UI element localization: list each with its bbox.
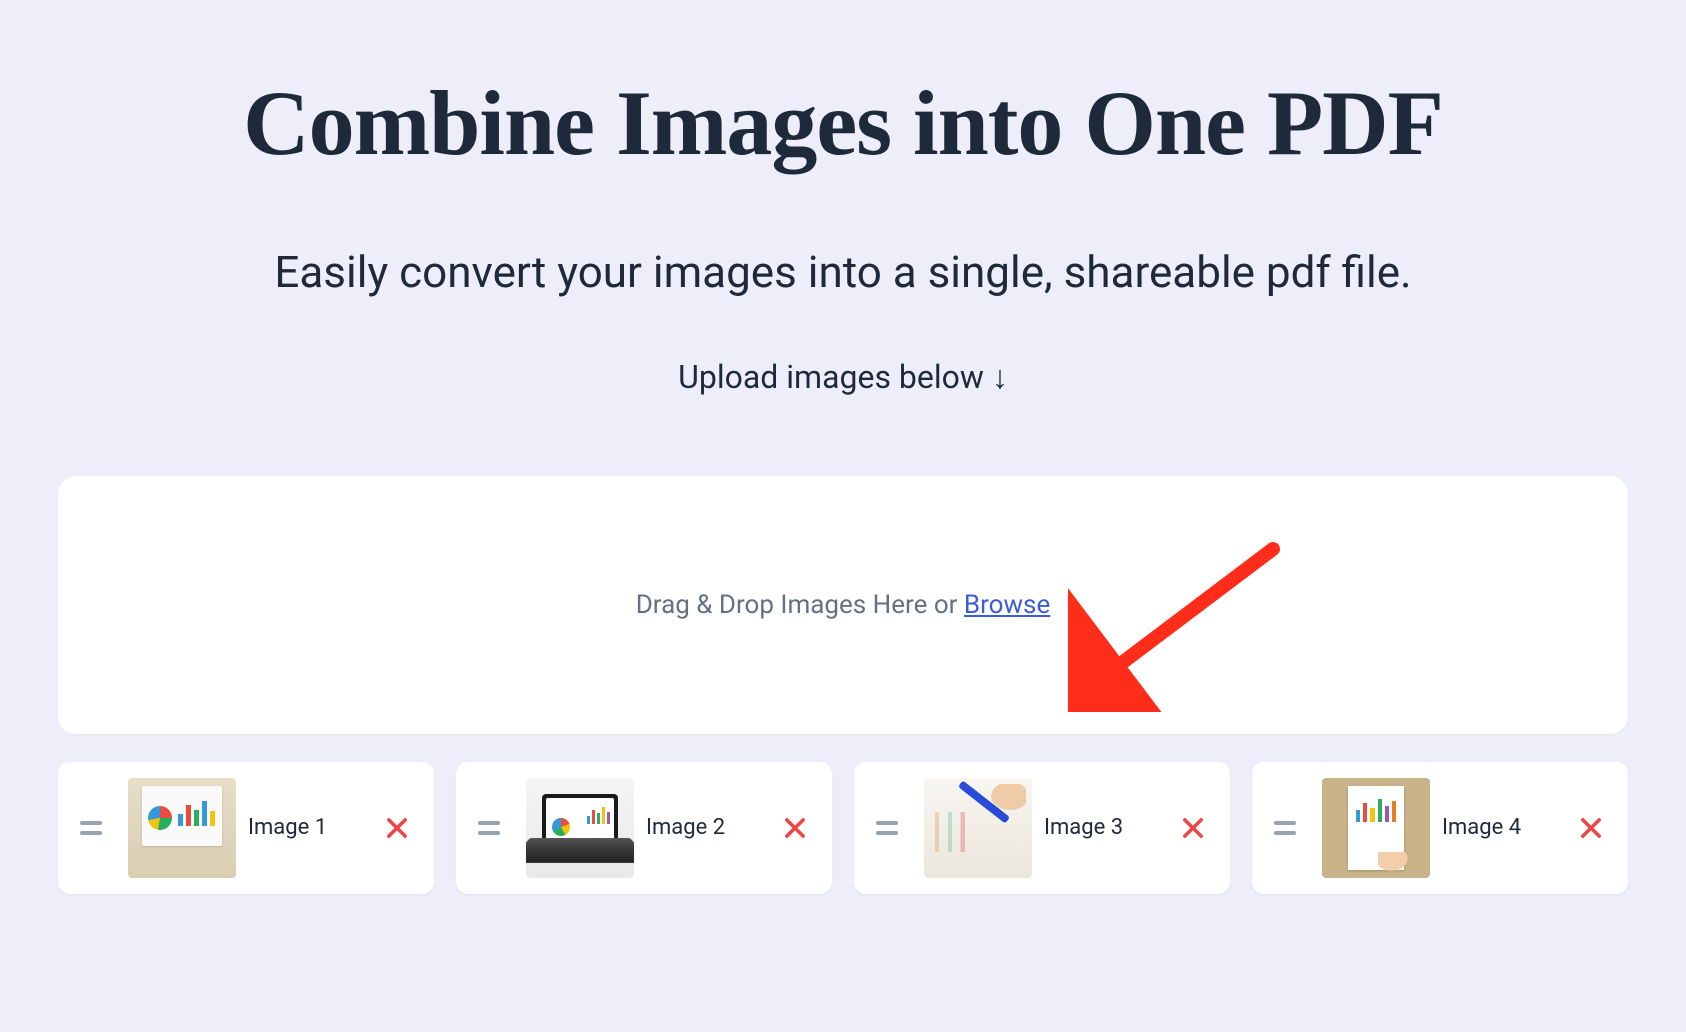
thumbnail-card[interactable]: Image 2 [456,762,832,894]
remove-button[interactable] [378,809,416,847]
remove-button[interactable] [776,809,814,847]
remove-button[interactable] [1174,809,1212,847]
thumbnail-card[interactable]: Image 3 [854,762,1230,894]
drag-handle-icon[interactable] [478,821,504,835]
thumbnail-row: Image 1 Image 2 [58,762,1628,894]
close-icon [781,814,809,842]
page-title: Combine Images into One PDF [58,70,1628,176]
thumbnail-label: Image 1 [248,814,378,842]
drag-handle-icon[interactable] [1274,821,1300,835]
thumbnail-label: Image 3 [1044,814,1174,842]
thumbnail-card[interactable]: Image 1 [58,762,434,894]
thumbnail-label: Image 4 [1442,814,1572,842]
page-subtitle: Easily convert your images into a single… [58,246,1628,298]
upload-hint: Upload images below ↓ [58,358,1628,396]
dropzone-text: Drag & Drop Images Here or Browse [636,590,1051,620]
drag-handle-icon[interactable] [876,821,902,835]
dropzone[interactable]: Drag & Drop Images Here or Browse [58,476,1628,734]
thumbnail-label: Image 2 [646,814,776,842]
close-icon [1179,814,1207,842]
thumbnail-image [526,778,634,878]
thumbnail-card[interactable]: Image 4 [1252,762,1628,894]
thumbnail-image [1322,778,1430,878]
browse-link[interactable]: Browse [964,590,1050,620]
close-icon [1577,814,1605,842]
remove-button[interactable] [1572,809,1610,847]
thumbnail-image [924,778,1032,878]
thumbnail-image [128,778,236,878]
dropzone-prefix: Drag & Drop Images Here or [636,590,964,620]
drag-handle-icon[interactable] [80,821,106,835]
close-icon [383,814,411,842]
